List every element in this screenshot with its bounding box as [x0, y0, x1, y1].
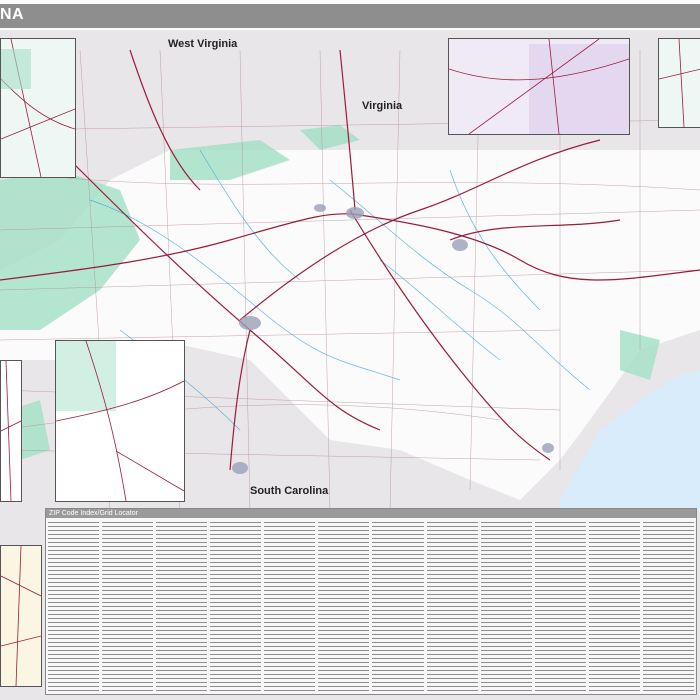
zip-index-table: ZIP Code Index/Grid Locator — [45, 508, 697, 695]
inset-map-northwest — [0, 38, 76, 178]
index-column — [588, 520, 640, 692]
inset-map-north — [448, 38, 630, 135]
index-column — [642, 520, 694, 692]
inset-map-northeast — [658, 38, 700, 128]
index-column — [318, 520, 370, 692]
title-bar: NA — [0, 4, 700, 28]
index-column — [210, 520, 262, 692]
inset-map-west — [0, 360, 22, 502]
index-column — [48, 520, 100, 692]
label-west-virginia: West Virginia — [168, 38, 238, 50]
index-column — [534, 520, 586, 692]
inset-map-southwest — [0, 545, 42, 687]
index-column — [156, 520, 208, 692]
index-column — [426, 520, 478, 692]
map-title: NA — [0, 6, 25, 23]
index-column — [480, 520, 532, 692]
label-south-carolina: South Carolina — [250, 485, 329, 497]
index-column — [102, 520, 154, 692]
index-column — [372, 520, 424, 692]
zip-index-columns — [48, 520, 694, 692]
inset-map-south — [55, 340, 185, 502]
zip-index-title: ZIP Code Index/Grid Locator — [46, 509, 696, 518]
map-frame: NA West Virginia Virginia South Carolina… — [0, 0, 700, 700]
index-column — [264, 520, 316, 692]
label-virginia: Virginia — [362, 100, 403, 112]
